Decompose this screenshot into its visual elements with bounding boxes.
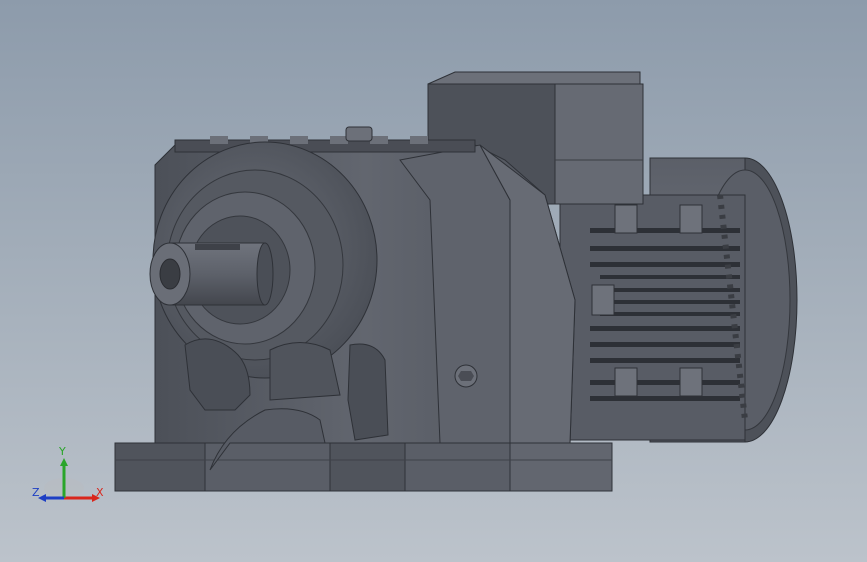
- coordinate-triad: X Y Z: [32, 445, 104, 502]
- graphics-viewport[interactable]: X Y Z: [0, 0, 867, 562]
- y-axis-label: Y: [58, 445, 66, 458]
- output-shaft: [149, 242, 274, 306]
- y-axis-arrowhead: [60, 458, 68, 466]
- base-plate: [114, 442, 613, 492]
- motor-housing: [559, 194, 748, 441]
- x-axis-label: X: [96, 486, 104, 499]
- gear-motor-model[interactable]: [0, 0, 867, 562]
- z-axis-label: Z: [32, 486, 40, 499]
